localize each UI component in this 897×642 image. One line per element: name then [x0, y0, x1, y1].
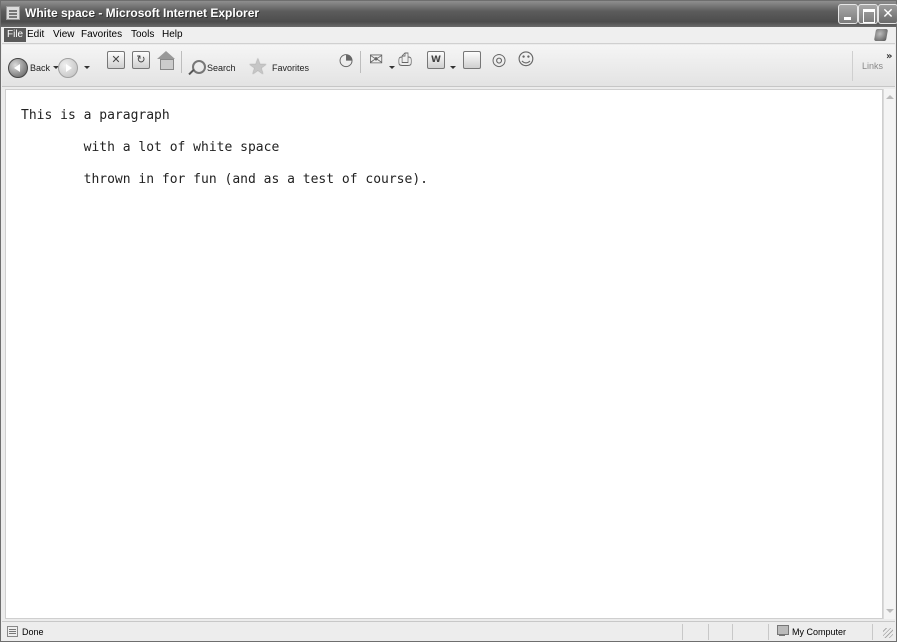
- paragraph-line: thrown in for fun (and as a test of cour…: [21, 172, 428, 187]
- menu-bar: File Edit View Favorites Tools Help: [2, 27, 895, 44]
- favorites-star-icon: ★: [248, 55, 268, 80]
- search-button[interactable]: Search: [187, 53, 243, 79]
- menu-help[interactable]: Help: [162, 29, 183, 40]
- research-icon[interactable]: ◎: [489, 50, 509, 70]
- back-button[interactable]: Back: [8, 53, 60, 79]
- status-divider: [768, 624, 769, 640]
- browser-window: White space - Microsoft Internet Explore…: [0, 0, 897, 642]
- search-icon: [187, 59, 206, 77]
- security-zone[interactable]: My Computer: [792, 627, 846, 637]
- edit-dropdown-icon[interactable]: [450, 66, 456, 69]
- page-status-icon: [7, 626, 18, 637]
- home-icon[interactable]: [156, 51, 176, 70]
- history-icon[interactable]: ◔: [336, 50, 356, 70]
- refresh-icon[interactable]: ↻: [132, 51, 150, 69]
- status-divider: [708, 624, 709, 640]
- links-label[interactable]: Links: [862, 61, 883, 71]
- close-icon: ✕: [882, 6, 894, 22]
- window-title: White space - Microsoft Internet Explore…: [25, 6, 260, 20]
- paragraph-line: with a lot of white space: [21, 140, 280, 155]
- toolbar-divider: [852, 51, 853, 81]
- resize-grip[interactable]: [883, 628, 893, 638]
- menu-favorites[interactable]: Favorites: [81, 29, 122, 40]
- page-content: This is a paragraph with a lot of white …: [21, 100, 428, 196]
- toolbar-divider: [360, 51, 361, 73]
- standard-toolbar: Back ✕ ↻ Search ★ Favorites ◔ ✉ ⎙ W ◎ ☺ …: [2, 45, 895, 87]
- minimize-button[interactable]: [838, 4, 858, 24]
- menu-file[interactable]: File: [4, 28, 27, 42]
- close-button[interactable]: ✕: [878, 4, 897, 24]
- title-bar[interactable]: White space - Microsoft Internet Explore…: [1, 1, 897, 27]
- menu-tools[interactable]: Tools: [131, 29, 154, 40]
- back-label: Back: [30, 63, 51, 73]
- back-arrow-icon: [8, 58, 28, 78]
- scroll-down-icon[interactable]: [885, 605, 895, 617]
- forward-button[interactable]: [58, 53, 92, 79]
- ie-page-icon: [6, 6, 20, 20]
- status-text: Done: [22, 627, 44, 637]
- windows-logo-icon: [871, 28, 891, 43]
- paragraph-line: This is a paragraph: [21, 108, 170, 123]
- maximize-button[interactable]: [858, 4, 878, 24]
- discuss-icon[interactable]: [463, 51, 481, 69]
- menu-view[interactable]: View: [53, 29, 75, 40]
- toolbar-chevron-icon[interactable]: »: [886, 51, 892, 62]
- favorites-label: Favorites: [272, 63, 310, 73]
- forward-dropdown-icon: [84, 66, 90, 69]
- status-divider: [682, 624, 683, 640]
- search-label: Search: [207, 63, 236, 73]
- status-divider: [732, 624, 733, 640]
- toolbar-divider: [181, 51, 182, 73]
- status-divider: [872, 624, 873, 640]
- messenger-icon[interactable]: ☺: [516, 50, 536, 70]
- menu-edit[interactable]: Edit: [27, 29, 44, 40]
- scroll-up-icon[interactable]: [885, 91, 895, 103]
- edit-word-icon[interactable]: W: [427, 51, 445, 69]
- page-viewport: This is a paragraph with a lot of white …: [5, 89, 883, 619]
- favorites-button[interactable]: ★ Favorites: [248, 53, 330, 80]
- stop-icon[interactable]: ✕: [107, 51, 125, 69]
- my-computer-icon: [776, 625, 789, 637]
- mail-icon[interactable]: ✉: [366, 50, 386, 70]
- print-icon[interactable]: ⎙: [395, 50, 415, 70]
- forward-arrow-icon: [58, 58, 78, 78]
- vertical-scrollbar[interactable]: [883, 89, 895, 619]
- status-bar: Done My Computer: [2, 621, 895, 641]
